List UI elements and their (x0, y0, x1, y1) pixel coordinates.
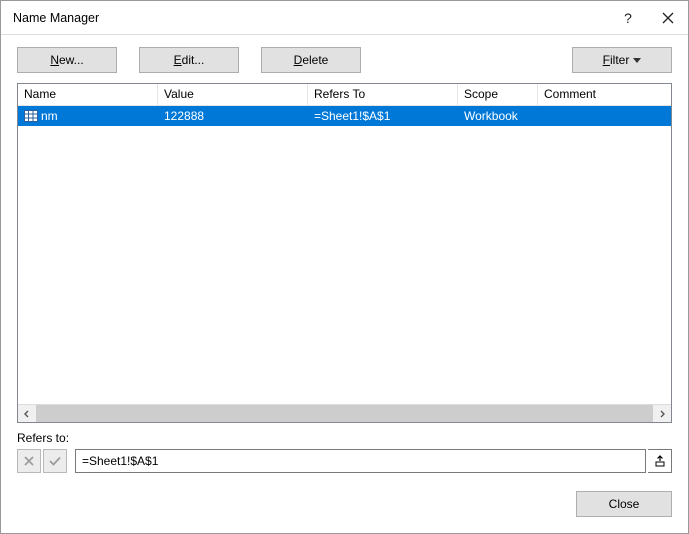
scroll-thumb[interactable] (36, 405, 653, 422)
cell-value: 122888 (158, 109, 308, 123)
delete-button[interactable]: Delete (261, 47, 361, 73)
horizontal-scrollbar[interactable] (18, 404, 671, 422)
names-list: Name Value Refers To Scope Comment nm 12 (17, 83, 672, 423)
scroll-left-icon[interactable] (18, 405, 36, 422)
column-refersto[interactable]: Refers To (308, 84, 458, 105)
filter-button[interactable]: Filter (572, 47, 672, 73)
cell-refersto: =Sheet1!$A$1 (308, 109, 458, 123)
scroll-track[interactable] (36, 405, 653, 422)
column-headers[interactable]: Name Value Refers To Scope Comment (18, 84, 671, 106)
dialog-title: Name Manager (13, 11, 608, 25)
refers-to-label: Refers to: (17, 431, 672, 445)
column-comment[interactable]: Comment (538, 84, 671, 105)
refers-to-input[interactable] (75, 449, 646, 473)
dialog-footer: Close (1, 473, 688, 529)
chevron-down-icon (633, 58, 641, 63)
toolbar: New... Edit... Delete Filter (1, 35, 688, 81)
cancel-edit-button[interactable] (17, 449, 41, 473)
column-name[interactable]: Name (18, 84, 158, 105)
refers-to-section: Refers to: (1, 423, 688, 473)
edit-button[interactable]: Edit... (139, 47, 239, 73)
range-picker-button[interactable] (648, 449, 672, 473)
cell-name: nm (41, 109, 58, 123)
list-body[interactable]: nm 122888 =Sheet1!$A$1 Workbook (18, 106, 671, 404)
titlebar: Name Manager ? (1, 1, 688, 35)
help-button[interactable]: ? (608, 2, 648, 34)
new-button[interactable]: New... (17, 47, 117, 73)
close-button[interactable]: Close (576, 491, 672, 517)
confirm-edit-button[interactable] (43, 449, 67, 473)
table-row[interactable]: nm 122888 =Sheet1!$A$1 Workbook (18, 106, 671, 126)
name-icon (24, 110, 38, 122)
close-icon[interactable] (648, 2, 688, 34)
column-value[interactable]: Value (158, 84, 308, 105)
scroll-right-icon[interactable] (653, 405, 671, 422)
cell-scope: Workbook (458, 109, 538, 123)
column-scope[interactable]: Scope (458, 84, 538, 105)
